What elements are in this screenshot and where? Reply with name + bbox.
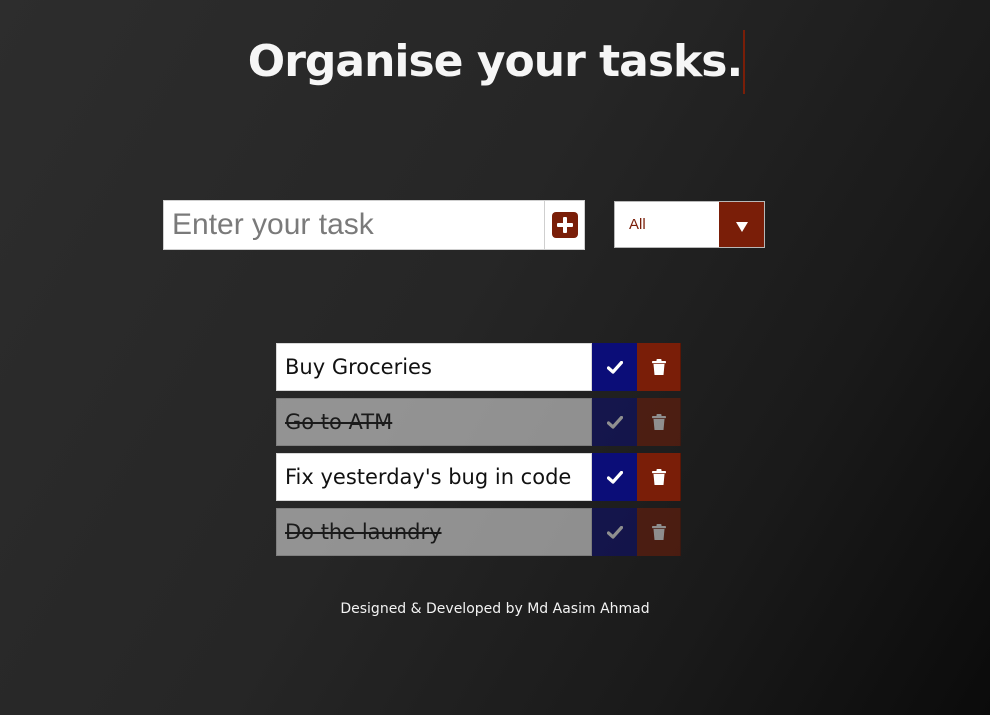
plus-square-icon	[552, 212, 578, 238]
trash-icon	[651, 414, 666, 430]
complete-button[interactable]	[592, 343, 637, 391]
complete-button[interactable]	[592, 453, 637, 501]
complete-button[interactable]	[592, 398, 637, 446]
task-form	[163, 200, 585, 250]
todo-item: Do the laundry	[276, 508, 681, 556]
todo-text: Buy Groceries	[276, 343, 592, 391]
trash-icon	[651, 359, 666, 375]
check-icon	[606, 525, 623, 539]
footer-credit: Designed & Developed by Md Aasim Ahmad	[340, 601, 650, 617]
todo-list: Buy Groceries Go to ATM Fix yesterday's bu…	[276, 343, 682, 563]
check-icon	[606, 360, 623, 374]
page-title-text: Organise your tasks.	[247, 36, 743, 87]
delete-button[interactable]	[637, 453, 681, 501]
trash-icon	[651, 524, 666, 540]
delete-button[interactable]	[637, 343, 681, 391]
todo-item: Go to ATM	[276, 398, 681, 446]
todo-text: Fix yesterday's bug in code	[276, 453, 592, 501]
check-icon	[606, 470, 623, 484]
delete-button[interactable]	[637, 398, 681, 446]
filter-selected-value: All	[629, 216, 646, 233]
add-task-button[interactable]	[544, 201, 585, 249]
check-icon	[606, 415, 623, 429]
trash-icon	[651, 469, 666, 485]
todo-item: Fix yesterday's bug in code	[276, 453, 681, 501]
task-input[interactable]	[164, 201, 544, 249]
todo-text: Go to ATM	[276, 398, 592, 446]
complete-button[interactable]	[592, 508, 637, 556]
caret-down-icon	[735, 222, 748, 232]
todo-item: Buy Groceries	[276, 343, 681, 391]
page-title: Organise your tasks.	[247, 30, 746, 94]
filter-dropdown-button[interactable]	[719, 202, 764, 247]
todo-text: Do the laundry	[276, 508, 592, 556]
filter-select[interactable]: All	[614, 201, 765, 248]
delete-button[interactable]	[637, 508, 681, 556]
typing-caret	[743, 30, 746, 94]
header: Organise your tasks.	[0, 30, 990, 94]
